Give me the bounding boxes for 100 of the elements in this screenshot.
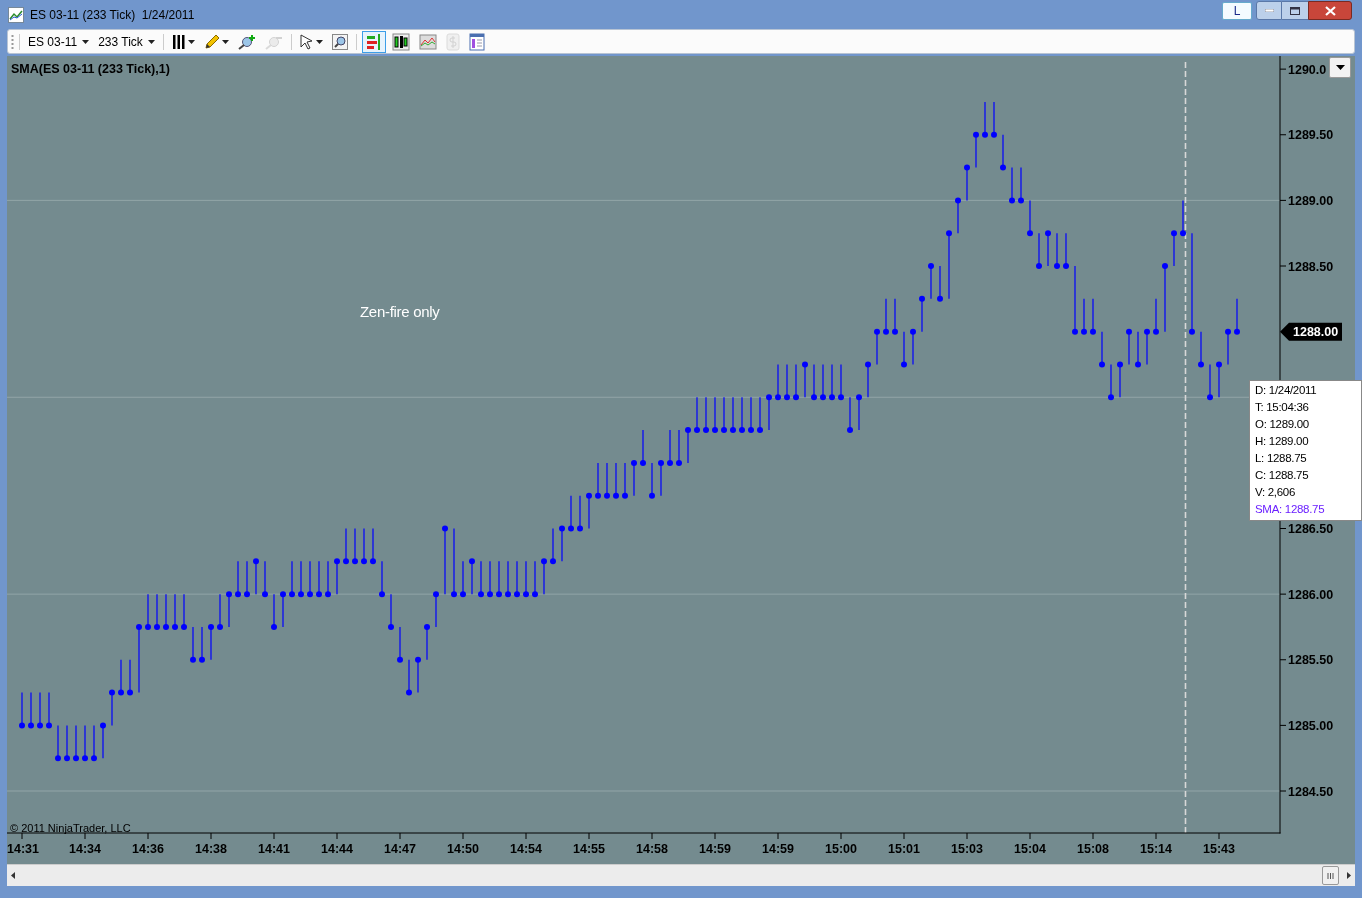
price-point (820, 394, 826, 401)
price-point (586, 492, 592, 499)
price-point (1153, 328, 1159, 335)
price-point (577, 525, 583, 532)
price-point (478, 591, 484, 598)
scrollbar-thumb[interactable] (1322, 866, 1339, 885)
price-point (1054, 263, 1060, 269)
price-point (1216, 361, 1222, 368)
price-point (793, 394, 799, 401)
price-point (937, 295, 943, 302)
link-button[interactable]: L (1222, 1, 1252, 20)
price-point (109, 689, 115, 696)
axis-label: 14:55 (573, 842, 605, 856)
price-point (1090, 328, 1096, 335)
price-point (838, 394, 844, 401)
price-point (199, 656, 205, 663)
price-point (163, 623, 169, 630)
price-point (442, 525, 448, 532)
tooltip-line: C: 1288.75 (1255, 468, 1310, 483)
price-point (775, 394, 781, 401)
close-button[interactable] (1308, 1, 1352, 20)
price-point (28, 722, 34, 729)
price-point (1045, 230, 1051, 237)
period-dropdown[interactable]: 233 Tick (95, 32, 158, 51)
horizontal-scrollbar[interactable] (7, 864, 1355, 886)
price-point (145, 623, 151, 630)
price-point (1207, 394, 1213, 401)
price-point (1036, 263, 1042, 269)
price-point (73, 755, 79, 762)
price-point (865, 361, 871, 368)
zoom-in-icon (237, 33, 256, 50)
price-point (352, 558, 358, 565)
axis-label: 15:14 (1140, 842, 1172, 856)
price-point (622, 492, 628, 499)
axis-label: 1289.50 (1288, 128, 1334, 143)
price-point (1180, 230, 1186, 237)
price-point (298, 591, 304, 598)
price-point (748, 427, 754, 434)
price-point (1000, 164, 1006, 171)
price-point (379, 591, 385, 598)
price-point (1072, 328, 1078, 335)
price-point (451, 591, 457, 598)
chart-window-icon (8, 6, 24, 23)
caret-icon (221, 39, 229, 44)
price-point (991, 131, 997, 138)
price-point (685, 427, 691, 434)
price-point (154, 623, 160, 630)
price-point (550, 558, 556, 565)
price-point (541, 558, 547, 565)
price-point (1009, 197, 1015, 204)
price-point (1171, 230, 1177, 237)
price-point (964, 164, 970, 171)
price-point (127, 689, 133, 696)
minimize-icon (1264, 9, 1274, 12)
price-point (415, 656, 421, 663)
tooltip-line: SMA: 1288.75 (1255, 502, 1326, 517)
axis-label: 15:04 (1014, 842, 1046, 856)
caret-icon (147, 39, 155, 44)
dropdown-button[interactable] (1329, 57, 1351, 78)
price-point (280, 591, 286, 598)
price-point (289, 591, 295, 598)
price-point (1099, 361, 1105, 368)
price-point (55, 755, 61, 762)
price-point (208, 623, 214, 630)
price-point (1135, 361, 1141, 368)
scroll-left-icon (11, 872, 15, 879)
price-point (388, 623, 394, 630)
price-point (64, 755, 70, 762)
price-point (595, 492, 601, 499)
price-point (1144, 328, 1150, 335)
price-point (856, 394, 862, 401)
chart-note: Zen-fire only (360, 302, 440, 322)
price-point (307, 591, 313, 598)
price-point (694, 427, 700, 434)
price-point (1063, 263, 1069, 269)
axis-label: 14:59 (699, 842, 731, 856)
price-point (271, 623, 277, 630)
price-point (505, 591, 511, 598)
price-point (514, 591, 520, 598)
tooltip-line: T: 15:04:36 (1255, 400, 1310, 415)
price-point (874, 328, 880, 335)
maximize-button[interactable] (1282, 1, 1308, 20)
tooltip-line: V: 2,606 (1255, 485, 1296, 500)
price-point (559, 525, 565, 532)
price-point (604, 492, 610, 499)
price-point (19, 722, 25, 729)
price-point (1081, 328, 1087, 335)
scroll-right-icon (1347, 872, 1351, 879)
price-point (253, 558, 259, 565)
price-point (1126, 328, 1132, 335)
price-point (226, 591, 232, 598)
instrument-dropdown[interactable]: ES 03-11 (25, 32, 93, 51)
tooltip-line: L: 1288.75 (1255, 451, 1308, 466)
price-point (487, 591, 493, 598)
price-point (118, 689, 124, 696)
price-point (37, 722, 43, 729)
price-point (568, 525, 574, 532)
price-point (1117, 361, 1123, 368)
price-point (82, 755, 88, 762)
price-point (703, 427, 709, 434)
